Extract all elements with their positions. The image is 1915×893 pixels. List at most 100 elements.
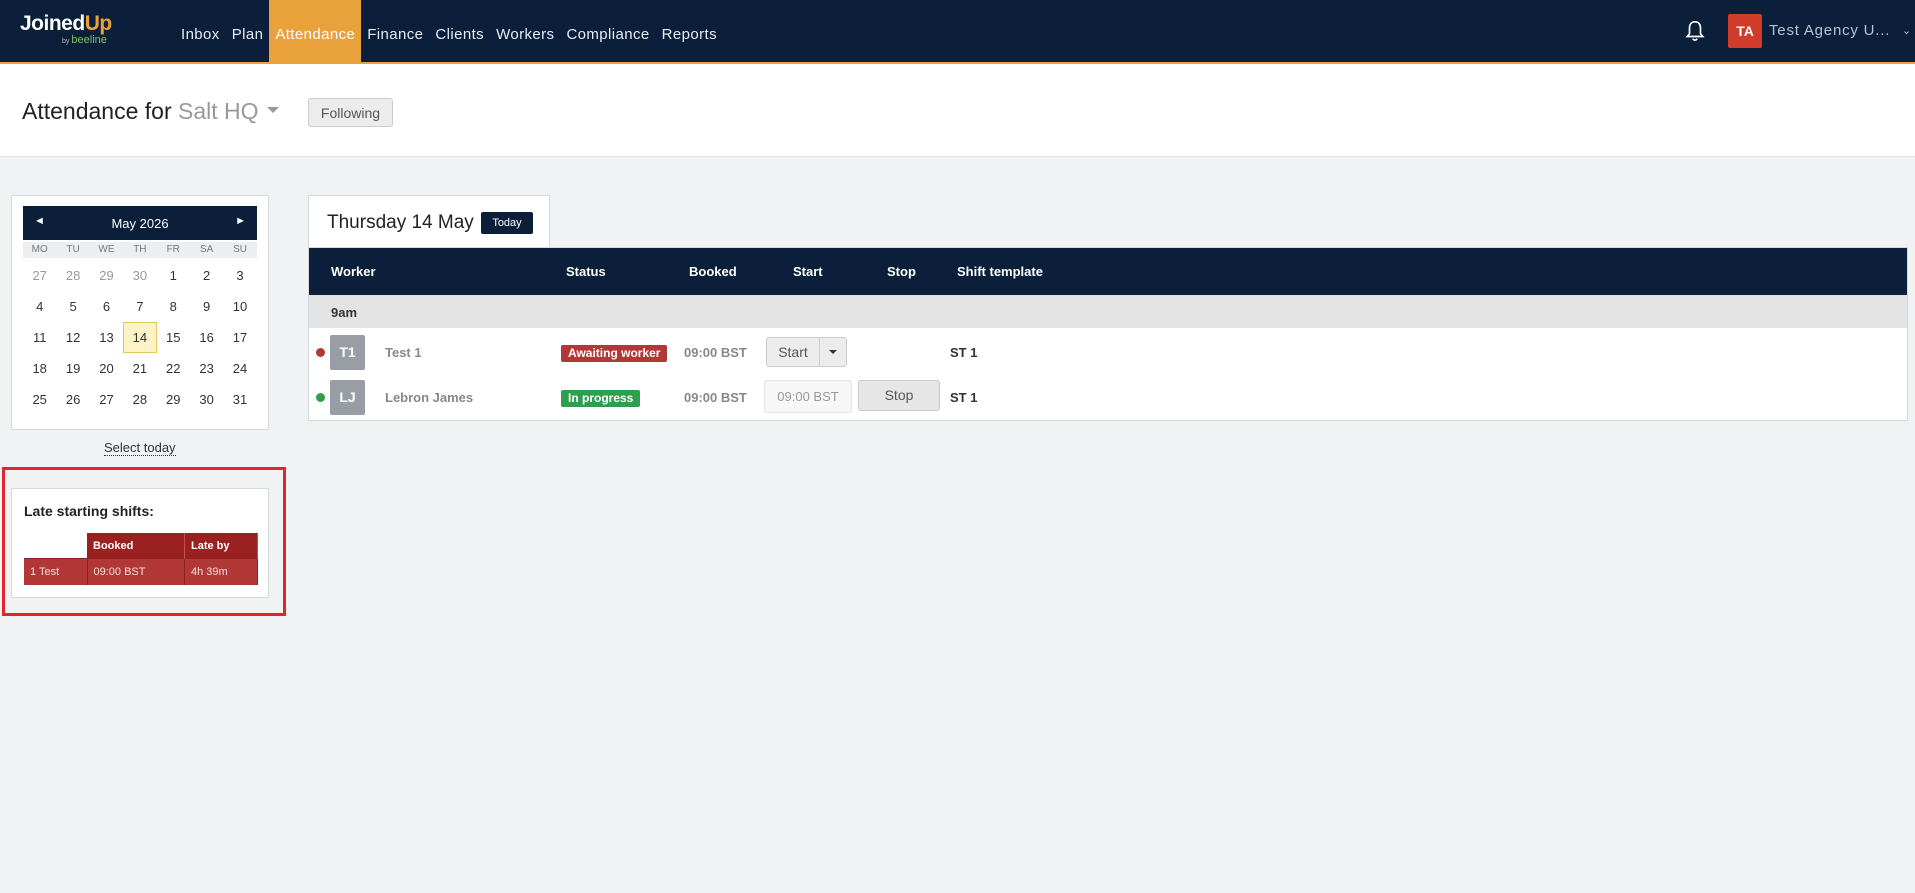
calendar-day[interactable]: 22: [157, 353, 190, 384]
day-tab: Thursday 14 May Today: [308, 195, 550, 248]
calendar-day[interactable]: 30: [123, 260, 156, 291]
worker-avatar: T1: [330, 335, 365, 370]
calendar-day[interactable]: 31: [223, 384, 256, 415]
calendar-day[interactable]: 6: [90, 291, 123, 322]
late-by: 4h 39m: [184, 558, 258, 585]
col-stop[interactable]: Stop: [887, 264, 916, 279]
calendar-day[interactable]: 3: [223, 260, 256, 291]
col-status[interactable]: Status: [566, 264, 606, 279]
nav-plan[interactable]: Plan: [226, 0, 270, 62]
nav-reports[interactable]: Reports: [656, 0, 723, 62]
col-shift-template[interactable]: Shift template: [957, 264, 1043, 279]
worker-name[interactable]: Lebron James: [385, 390, 473, 405]
main-nav: Inbox Plan Attendance Finance Clients Wo…: [175, 0, 723, 62]
calendar-day[interactable]: 16: [190, 322, 223, 353]
weekday-label: WE: [98, 244, 115, 255]
worker-name[interactable]: Test 1: [385, 345, 422, 360]
table-row[interactable]: T1 Test 1 Awaiting worker 09:00 BST Star…: [309, 330, 1907, 375]
calendar-day[interactable]: 11: [23, 322, 56, 353]
calendar-day[interactable]: 7: [123, 291, 156, 322]
late-worker: 1 Test: [24, 558, 88, 585]
calendar-day[interactable]: 9: [190, 291, 223, 322]
table-header: Worker Status Booked Start Stop Shift te…: [309, 248, 1907, 295]
caret-down-icon[interactable]: [266, 106, 279, 113]
calendar-week: 11 12 13 14 15 16 17: [23, 322, 257, 353]
time-group-row: 9am: [309, 295, 1907, 328]
calendar-day[interactable]: 17: [223, 322, 256, 353]
calendar-day[interactable]: 4: [23, 291, 56, 322]
calendar-day[interactable]: 8: [157, 291, 190, 322]
bell-icon[interactable]: [1684, 19, 1706, 43]
next-month-icon[interactable]: ►: [235, 215, 246, 227]
page-header: [0, 64, 1915, 157]
calendar-day[interactable]: 28: [56, 260, 89, 291]
calendar-day[interactable]: 21: [123, 353, 156, 384]
nav-workers[interactable]: Workers: [490, 0, 560, 62]
late-shift-row[interactable]: 1 Test 09:00 BST 4h 39m: [24, 558, 258, 585]
nav-inbox[interactable]: Inbox: [175, 0, 226, 62]
nav-finance[interactable]: Finance: [361, 0, 429, 62]
start-time-field[interactable]: 09:00 BST: [764, 380, 852, 413]
calendar-day[interactable]: 19: [56, 353, 89, 384]
calendar-day[interactable]: 1: [157, 260, 190, 291]
nav-clients[interactable]: Clients: [429, 0, 490, 62]
late-header-late-by: Late by: [184, 533, 258, 559]
nav-compliance[interactable]: Compliance: [560, 0, 655, 62]
calendar-day[interactable]: 29: [157, 384, 190, 415]
calendar-day[interactable]: 27: [23, 260, 56, 291]
time-group-label: 9am: [331, 305, 358, 320]
select-today-link[interactable]: Select today: [104, 440, 176, 456]
calendar-day[interactable]: 10: [223, 291, 256, 322]
shift-template: ST 1: [950, 345, 978, 360]
today-button[interactable]: Today: [481, 212, 533, 234]
col-booked[interactable]: Booked: [689, 264, 737, 279]
caret-down-icon[interactable]: [829, 350, 837, 354]
app-logo[interactable]: JoinedUp by beeline: [20, 12, 112, 46]
calendar-day[interactable]: 12: [56, 322, 89, 353]
late-header-blank: [24, 533, 87, 559]
calendar-day[interactable]: 5: [56, 291, 89, 322]
col-start[interactable]: Start: [793, 264, 823, 279]
weekday-label: SA: [199, 244, 214, 255]
start-button[interactable]: Start: [767, 338, 820, 366]
calendar-day[interactable]: 2: [190, 260, 223, 291]
attendance-table: Worker Status Booked Start Stop Shift te…: [308, 247, 1908, 421]
chevron-down-icon[interactable]: ⌄: [1902, 24, 1911, 37]
site-selector[interactable]: Salt HQ: [178, 98, 259, 124]
calendar-card: ◄ May 2026 ► MO TU WE TH FR SA SU 27 28 …: [11, 195, 269, 430]
calendar-day[interactable]: 24: [223, 353, 256, 384]
calendar-day[interactable]: 28: [123, 384, 156, 415]
calendar-day[interactable]: 13: [90, 322, 123, 353]
calendar-week: 27 28 29 30 1 2 3: [23, 260, 257, 291]
calendar-day[interactable]: 26: [56, 384, 89, 415]
start-split-button: Start: [766, 337, 847, 367]
late-booked: 09:00 BST: [87, 558, 185, 585]
calendar-day[interactable]: 30: [190, 384, 223, 415]
logo-subline: by beeline: [62, 34, 107, 46]
col-worker[interactable]: Worker: [331, 264, 376, 279]
calendar-day[interactable]: 29: [90, 260, 123, 291]
top-navbar: JoinedUp by beeline Inbox Plan Attendance…: [0, 0, 1915, 64]
stop-button[interactable]: Stop: [858, 380, 940, 411]
calendar-grid: 27 28 29 30 1 2 3 4 5 6 7 8 9 10 11 12 1…: [23, 260, 257, 415]
calendar-day[interactable]: 20: [90, 353, 123, 384]
calendar-weekdays: MO TU WE TH FR SA SU: [23, 242, 257, 258]
nav-attendance[interactable]: Attendance: [269, 0, 362, 62]
calendar-day-selected[interactable]: 14: [123, 322, 157, 353]
user-avatar[interactable]: TA: [1728, 14, 1762, 48]
weekday-label: SU: [233, 244, 247, 255]
calendar-day[interactable]: 15: [157, 322, 190, 353]
user-name[interactable]: Test Agency U...: [1769, 22, 1890, 39]
following-button[interactable]: Following: [308, 98, 393, 127]
status-dot-icon: [316, 348, 325, 357]
calendar-day[interactable]: 23: [190, 353, 223, 384]
late-shifts-title: Late starting shifts:: [24, 503, 154, 519]
calendar-day[interactable]: 25: [23, 384, 56, 415]
calendar-header: ◄ May 2026 ►: [23, 206, 257, 240]
calendar-week: 4 5 6 7 8 9 10: [23, 291, 257, 322]
logo-wordmark: JoinedUp: [20, 12, 112, 35]
status-badge: Awaiting worker: [561, 345, 668, 362]
calendar-day[interactable]: 18: [23, 353, 56, 384]
table-row[interactable]: LJ Lebron James In progress 09:00 BST 09…: [309, 375, 1907, 420]
calendar-day[interactable]: 27: [90, 384, 123, 415]
